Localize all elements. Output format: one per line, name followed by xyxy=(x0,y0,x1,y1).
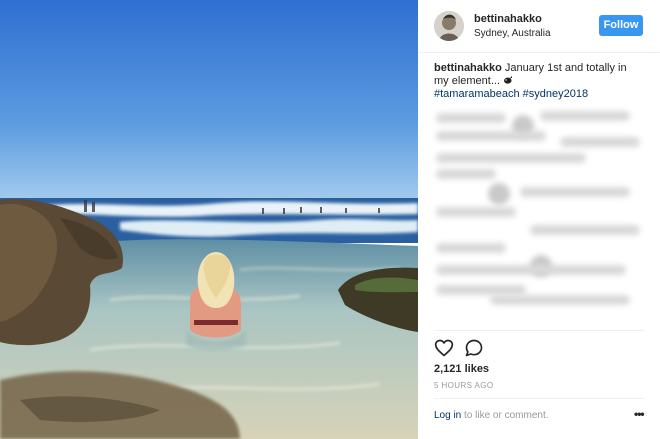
login-prompt-text: to like or comment. xyxy=(464,410,549,421)
likes-count[interactable]: 2,121 likes xyxy=(434,363,489,375)
caption-hashtags[interactable]: #tamaramabeach #sydney2018 xyxy=(434,88,588,100)
avatar[interactable] xyxy=(434,11,464,41)
comments-blurred xyxy=(430,105,648,315)
post-caption: bettinahakko January 1st and totally in … xyxy=(434,62,644,101)
follow-button[interactable]: Follow xyxy=(599,15,643,36)
comment-icon[interactable] xyxy=(464,338,486,360)
caption-username[interactable]: bettinahakko xyxy=(434,62,502,74)
login-link[interactable]: Log in xyxy=(434,410,461,421)
post-photo[interactable] xyxy=(0,0,418,439)
divider xyxy=(434,398,644,399)
post-side-panel: bettinahakko Sydney, Australia Follow be… xyxy=(418,0,660,439)
divider xyxy=(434,330,644,331)
login-prompt: Log in to like or comment. xyxy=(434,410,549,421)
beach-photo-image xyxy=(0,0,418,439)
more-options-button[interactable]: ••• xyxy=(634,407,648,421)
heart-icon[interactable] xyxy=(434,338,456,360)
post-timestamp[interactable]: 5 HOURS AGO xyxy=(434,381,494,390)
whale-emoji-icon xyxy=(503,75,513,85)
post-header: bettinahakko Sydney, Australia Follow xyxy=(418,0,660,53)
location-link[interactable]: Sydney, Australia xyxy=(474,28,551,39)
username-link[interactable]: bettinahakko xyxy=(474,13,542,25)
avatar-image xyxy=(434,11,464,41)
